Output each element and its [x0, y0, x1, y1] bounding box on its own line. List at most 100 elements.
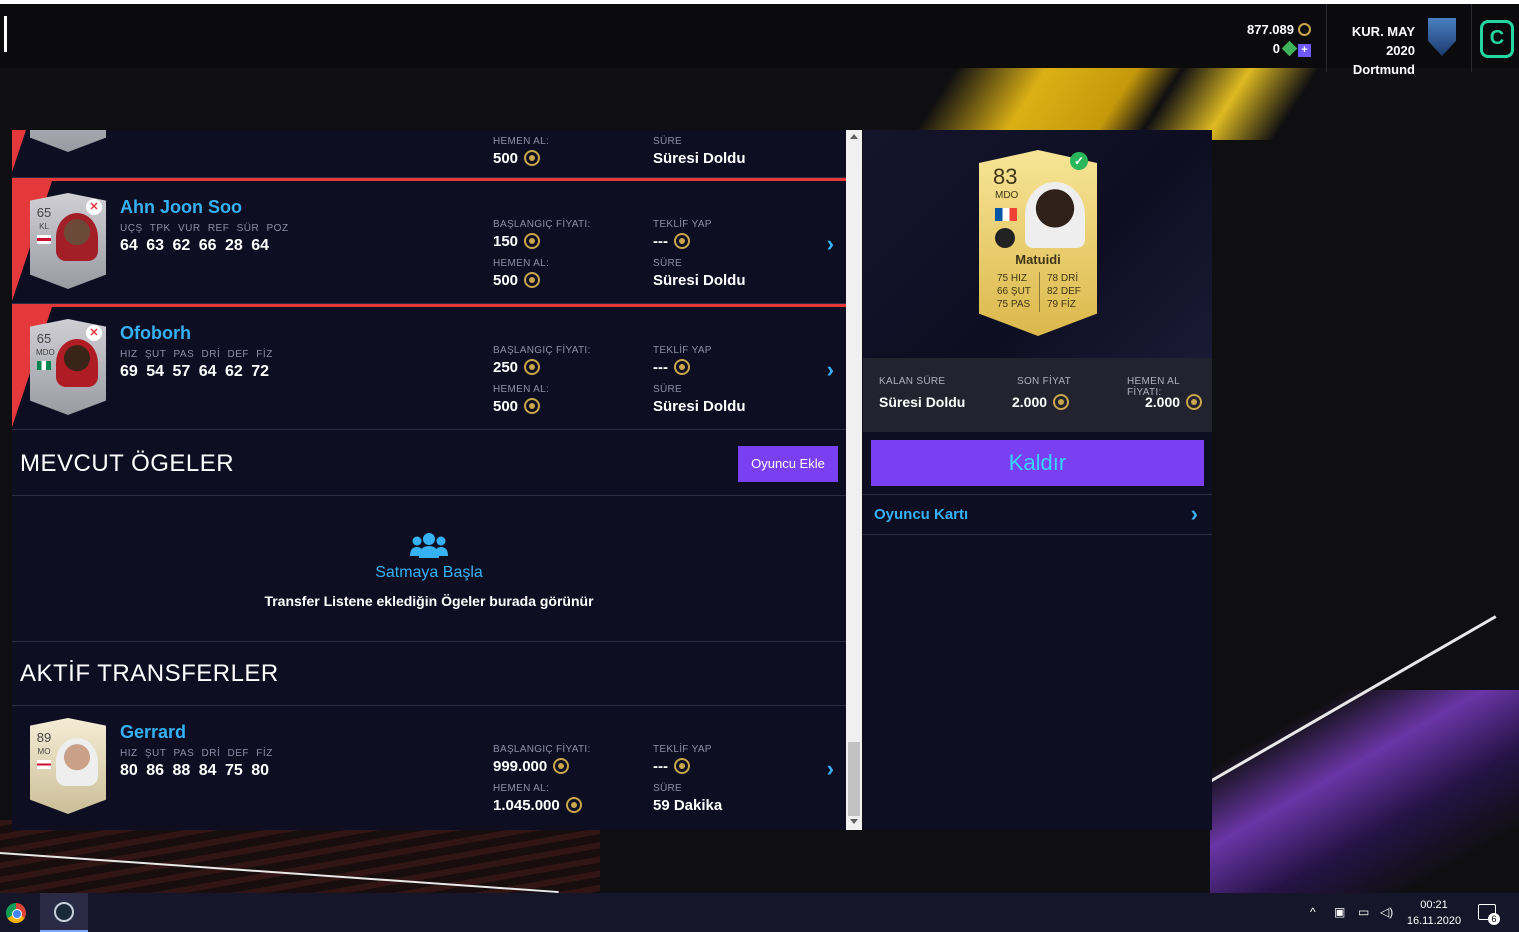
notification-count: 6 — [1488, 913, 1500, 925]
empty-title: Satmaya Başla — [375, 564, 483, 581]
bid-label: TEKLİF YAP — [653, 219, 712, 230]
coin-balance: 877.089 — [1247, 22, 1294, 37]
player-face-icon — [56, 738, 98, 786]
flag-icon — [37, 760, 51, 769]
item-detail-panel: 83 MDO Matuidi 75 HIZ 66 ŞUT 75 PAS 78 D… — [863, 130, 1212, 830]
player-name: Ofoborh — [120, 323, 191, 343]
currency-display: 877.089 0 + — [1247, 20, 1311, 58]
list-item[interactable]: 65 MDO ✕ Ofoborh HIZ ŞUT PAS DRİ DEF FİZ … — [12, 304, 846, 430]
app-logo-icon[interactable]: C — [1480, 20, 1514, 58]
coin-icon — [524, 359, 541, 375]
player-name: Ahn Joon Soo — [120, 197, 242, 217]
club-badge-icon[interactable] — [1428, 18, 1456, 56]
card-rating: 65 MDO — [36, 331, 55, 357]
buy-points-icon[interactable]: + — [1298, 44, 1311, 57]
steam-icon — [54, 902, 74, 922]
coin-icon — [1298, 23, 1311, 36]
time-value: Süresi Doldu — [653, 398, 746, 415]
system-clock[interactable]: 00:21 16.11.2020 — [1404, 897, 1464, 929]
transfer-list-panel: HEMEN AL: 500 SÜRE Süresi Doldu 65 KL ✕ A… — [12, 130, 846, 830]
buynow-label: HEMEN AL: — [493, 258, 550, 269]
remaining-time-value: Süresi Doldu — [879, 394, 966, 410]
coin-icon — [524, 398, 541, 414]
bid-value: --- — [653, 758, 690, 775]
flag-icon — [37, 361, 51, 370]
flag-icon — [995, 208, 1017, 221]
bid-label: TEKLİF YAP — [653, 744, 712, 755]
coin-icon — [524, 233, 541, 249]
start-price-label: BAŞLANGIÇ FİYATI: — [493, 744, 591, 755]
expired-x-icon: ✕ — [86, 199, 102, 215]
remaining-time-label: KALAN SÜRE — [879, 376, 946, 387]
list-item[interactable]: HEMEN AL: 500 SÜRE Süresi Doldu — [12, 130, 846, 178]
time-label: SÜRE — [653, 384, 682, 395]
buynow-label: HEMEN AL: — [493, 384, 550, 395]
time-value: Süresi Doldu — [653, 150, 746, 167]
scroll-up-icon[interactable] — [850, 134, 858, 139]
clock-date: 16.11.2020 — [1406, 915, 1462, 927]
active-transfers-header: AKTİF TRANSFERLER — [12, 642, 846, 706]
player-card-link[interactable]: Oyuncu Kartı › — [863, 494, 1212, 535]
list-item[interactable]: 65 KL ✕ Ahn Joon Soo UÇŞ TPK VUR REF SÜR … — [12, 178, 846, 304]
start-price-label: BAŞLANGIÇ FİYATI: — [493, 345, 591, 356]
player-face-icon — [56, 339, 98, 387]
card-rating: 65 KL — [36, 205, 52, 231]
text-cursor — [4, 16, 7, 52]
steam-taskbar-button[interactable] — [40, 893, 88, 932]
coin-icon — [524, 272, 541, 288]
expired-x-icon: ✕ — [86, 325, 102, 341]
buynow-value: 500 — [493, 272, 541, 289]
player-face-icon — [1025, 182, 1085, 248]
buynow-label: HEMEN AL: — [493, 136, 550, 147]
time-value: 59 Dakika — [653, 797, 723, 814]
add-player-button[interactable]: Oyuncu Ekle — [738, 446, 838, 482]
season-label: KUR. MAY 2020 — [1351, 24, 1415, 58]
time-label: SÜRE — [653, 258, 682, 269]
card-divider — [1039, 272, 1040, 312]
checkmark-icon: ✓ — [1070, 152, 1088, 170]
buynow-label: HEMEN AL: — [493, 783, 550, 794]
scrollbar-thumb[interactable] — [848, 742, 860, 816]
last-price-label: SON FİYAT — [1017, 376, 1071, 387]
card-position: MDO — [995, 190, 1019, 201]
remove-button[interactable]: Kaldır — [871, 440, 1204, 486]
start-price-value: 150 — [493, 233, 541, 250]
player-card-link-label: Oyuncu Kartı — [874, 506, 969, 523]
divider — [1326, 4, 1327, 72]
flag-icon — [37, 235, 51, 244]
people-icon — [410, 533, 448, 558]
coin-icon — [674, 359, 690, 375]
stat-labels: HIZ ŞUT PAS DRİ DEF FİZ — [120, 349, 273, 360]
buynow-price-value: 2.000 — [1145, 394, 1203, 410]
player-card: 83 MDO Matuidi 75 HIZ 66 ŞUT 75 PAS 78 D… — [979, 150, 1097, 336]
start-price-label: BAŞLANGIÇ FİYATI: — [493, 219, 591, 230]
empty-state: Satmaya Başla Transfer Listene eklediğin… — [12, 496, 846, 642]
chrome-icon[interactable] — [6, 903, 26, 923]
buynow-value: 1.045.000 — [493, 797, 582, 814]
clock-time: 00:21 — [1420, 899, 1448, 911]
coin-icon — [553, 758, 570, 774]
stat-labels: HIZ ŞUT PAS DRİ DEF FİZ — [120, 748, 273, 759]
scrollbar[interactable] — [846, 130, 862, 830]
list-item[interactable]: 89 MO Gerrard HIZ ŞUT PAS DRİ DEF FİZ 80 … — [12, 706, 846, 830]
auction-info: KALAN SÜRE Süresi Doldu SON FİYAT 2.000 … — [863, 358, 1212, 432]
stat-values: 80 86 88 84 75 80 — [120, 762, 270, 779]
club-name: Dortmund — [1352, 62, 1415, 77]
divider — [1471, 4, 1472, 72]
scroll-down-icon[interactable] — [850, 819, 858, 824]
start-price-value: 999.000 — [493, 758, 570, 775]
player-name: Gerrard — [120, 722, 187, 742]
season-info: KUR. MAY 2020 Dortmund — [1335, 22, 1415, 79]
section-title: MEVCUT ÖGELER — [20, 450, 235, 477]
card-stats-right: 78 DRİ 82 DEF 79 FİZ — [1047, 273, 1081, 310]
chevron-right-icon[interactable]: › — [827, 357, 834, 383]
buynow-value: 500 — [493, 398, 541, 415]
player-face-icon — [56, 213, 98, 261]
chevron-right-icon: › — [1190, 501, 1198, 526]
chevron-right-icon[interactable]: › — [827, 756, 834, 782]
chevron-right-icon[interactable]: › — [827, 231, 834, 257]
stat-labels: UÇŞ TPK VUR REF SÜR POZ — [120, 223, 289, 234]
background-yellow-stroke — [901, 60, 1379, 140]
bid-value: --- — [653, 233, 690, 250]
start-price-value: 250 — [493, 359, 541, 376]
